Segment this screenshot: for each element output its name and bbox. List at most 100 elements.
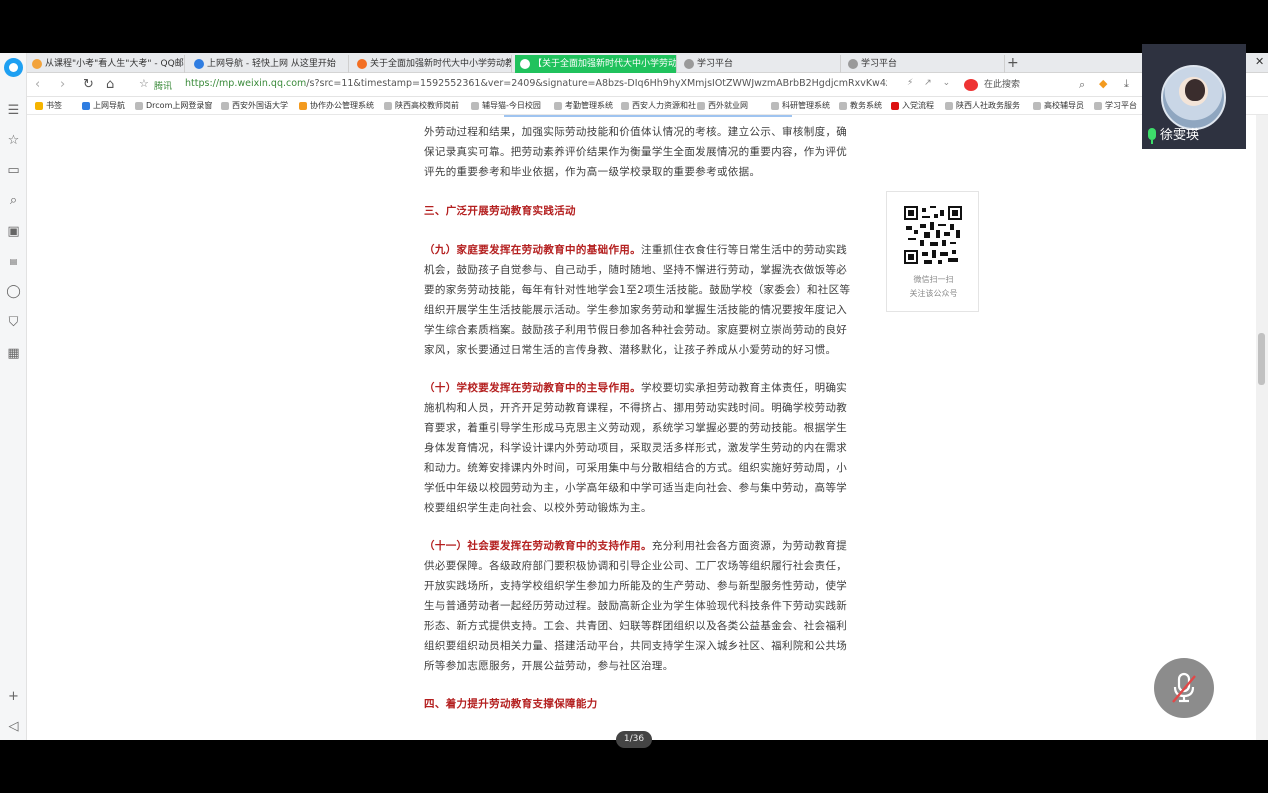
- bookmark-label: 西安外国语大学: [232, 101, 288, 110]
- globe-icon: [621, 102, 629, 110]
- live-icon[interactable]: ▤: [5, 253, 22, 270]
- qr-caption: 关注该公众号: [909, 289, 958, 298]
- paragraph-text: 学校要切实承担劳动教育主体责任，明确实: [641, 382, 848, 394]
- tab-study-1[interactable]: 学习平台: [679, 55, 841, 73]
- bookmark-label: 高校辅导员: [1044, 101, 1084, 110]
- screen: ☰ ☆ ▭ ⌕ ▣ ▤ ◯ ⛉ ▦ + ◁ 从课程"小考"看人生"大考" - Q…: [0, 0, 1268, 793]
- tab-study-2[interactable]: 学习平台: [843, 55, 1005, 73]
- star-icon: [35, 102, 43, 110]
- section-heading: 四、着力提升劳动教育支撑保障能力: [424, 698, 598, 710]
- paragraph-line: 育要求，着重引导学生形成马克思主义劳动观，系统学习掌握必要的劳动技能。根据学生: [424, 422, 848, 434]
- sogou-icon: [357, 59, 367, 69]
- book-icon[interactable]: ▭: [5, 162, 22, 179]
- paragraph-line: 施机构和人员，开齐开足劳动教育课程，不得挤占、挪用劳动实践时间。明确学校劳动教: [424, 402, 848, 414]
- tab-label: 上网导航 - 轻快上网 从这里开始: [207, 59, 336, 69]
- bookmark-item[interactable]: 入党流程: [891, 100, 934, 112]
- scroll-thumb[interactable]: [1258, 333, 1265, 385]
- bookmark-item[interactable]: 陕西高校教师岗前: [384, 100, 459, 112]
- bookmark-item[interactable]: 学习平台: [1094, 100, 1137, 112]
- news-icon[interactable]: ☰: [5, 102, 22, 119]
- paragraph-title: （十一）社会要发挥在劳动教育中的支持作用。: [424, 540, 652, 552]
- qr-caption: 微信扫一扫: [913, 275, 954, 284]
- vertical-scrollbar[interactable]: [1256, 115, 1268, 740]
- bookmark-item[interactable]: Drcom上网登录窗: [135, 100, 212, 112]
- bookmark-item[interactable]: 高校辅导员: [1033, 100, 1084, 112]
- paragraph-line: 学生综合素质档案。鼓励孩子利用节假日参加各种社会劳动。家庭要树立崇尚劳动的良好: [424, 324, 848, 336]
- translate-icon[interactable]: ▦: [5, 345, 22, 362]
- qr-card: 微信扫一扫 关注该公众号: [886, 191, 979, 312]
- chat-icon[interactable]: ◯: [5, 283, 22, 300]
- bookmark-item[interactable]: 协作办公管理系统: [299, 100, 374, 112]
- tab-strip: 从课程"小考"看人生"大考" - QQ邮箱 上网导航 - 轻快上网 从这里开始 …: [27, 53, 1268, 73]
- url-host: https://mp.weixin.qq.com: [185, 78, 307, 89]
- forward-icon[interactable]: ›: [60, 76, 65, 94]
- paragraph-line: 外劳动过程和结果，加强实际劳动技能和价值体认情况的考核。建立公示、审核制度，确: [424, 126, 848, 138]
- search-icon[interactable]: ⌕: [1079, 78, 1085, 92]
- paragraph-line: 校要组织学生走向社会、以校外劳动锻炼为主。: [424, 502, 652, 514]
- site-badge: 腾讯: [154, 82, 173, 92]
- game-icon[interactable]: ◆: [1099, 77, 1107, 90]
- bookmark-item[interactable]: 辅导猫-今日校园: [471, 100, 541, 112]
- paragraph-line: 和动力。统筹安排课内外时间，可采用集中与分散相结合的方式。组织实施好劳动周，小: [424, 462, 848, 474]
- download-icon[interactable]: ⤓: [1124, 77, 1129, 91]
- bookmark-item[interactable]: 西安人力资源和社: [621, 100, 696, 112]
- url-input[interactable]: https://mp.weixin.qq.com/s?src=11&timest…: [185, 78, 887, 92]
- avatar: [1161, 65, 1226, 130]
- microphone-on-icon: [1148, 128, 1156, 144]
- wechat-icon: [520, 59, 530, 69]
- bookmark-item[interactable]: 教务系统: [839, 100, 882, 112]
- participant-video-tile[interactable]: 徐雯瑛: [1142, 44, 1246, 149]
- home-icon[interactable]: ⌂: [106, 76, 114, 94]
- paragraph-line: 评先的重要参考和毕业依据，作为高一级学校录取的重要参考或依据。: [424, 166, 761, 178]
- mute-toggle-button[interactable]: [1154, 658, 1214, 718]
- bookmark-label: 教务系统: [850, 101, 882, 110]
- bookmark-star-icon[interactable]: ☆: [139, 77, 149, 90]
- bookmark-label: 协作办公管理系统: [310, 101, 374, 110]
- paragraph-line: 组织开展学生生活技能展示活动。学生参加家务劳动和掌握生活技能的情况要按年度记入: [424, 304, 848, 316]
- bookmark-item[interactable]: 陕西人社政务服务: [945, 100, 1020, 112]
- globe-icon: [194, 59, 204, 69]
- back-icon[interactable]: ‹: [35, 76, 40, 94]
- tab-label: 关于全面加强新时代大中小学劳动教育: [370, 59, 512, 69]
- tab-sogou-article[interactable]: 关于全面加强新时代大中小学劳动教育: [352, 55, 512, 73]
- bookmark-label: 陕西人社政务服务: [956, 101, 1020, 110]
- bookmark-item[interactable]: 考勤管理系统: [554, 100, 613, 112]
- globe-icon: [945, 102, 953, 110]
- search-icon[interactable]: ⌕: [5, 192, 22, 209]
- bookmark-item[interactable]: 西外就业网: [697, 100, 748, 112]
- tab-label: 学习平台: [861, 59, 898, 69]
- refresh-icon[interactable]: ↻: [83, 76, 94, 94]
- bookmark-item[interactable]: 科研管理系统: [771, 100, 830, 112]
- sidebar-rail: ☰ ☆ ▭ ⌕ ▣ ▤ ◯ ⛉ ▦ + ◁: [0, 53, 27, 740]
- video-icon[interactable]: ▣: [5, 223, 22, 240]
- bookmarks-folder[interactable]: 书签: [35, 100, 62, 112]
- bookmark-item[interactable]: 上网导航: [82, 100, 125, 112]
- browser-logo-icon[interactable]: [4, 58, 23, 77]
- tab-label: 从课程"小考"看人生"大考" - QQ邮箱: [45, 59, 185, 69]
- ie-icon: [82, 102, 90, 110]
- paragraph-line: 保记录真实可靠。把劳动素养评价结果作为衡量学生全面发展情况的重要内容，作为评优: [424, 146, 848, 158]
- tab-label: 学习平台: [697, 59, 734, 69]
- tab-qqmail[interactable]: 从课程"小考"看人生"大考" - QQ邮箱: [27, 55, 185, 73]
- collapse-icon[interactable]: ◁: [5, 718, 22, 735]
- add-icon[interactable]: +: [5, 688, 22, 705]
- address-bar: ‹ › ↻ ⌂ ☆ 腾讯 https://mp.weixin.qq.com/s?…: [27, 73, 1268, 97]
- address-tools-icons[interactable]: ⚡ ↗ ⌄: [907, 78, 954, 88]
- search-input[interactable]: 在此搜索: [962, 76, 1097, 94]
- paragraph-line: 形态、新方式提供支持。工会、共青团、妇联等群团组织以及各类公益基金会、社会福利: [424, 620, 848, 632]
- favorite-star-icon[interactable]: ☆: [5, 132, 22, 149]
- tab-wechat-article[interactable]: 【关于全面加强新时代大中小学劳动: [515, 55, 677, 73]
- cart-icon[interactable]: ⛉: [5, 314, 22, 331]
- paragraph-line: 开放实践场所，支持学校组织学生参加力所能及的生产劳动、参与新型服务性劳动，使学: [424, 580, 848, 592]
- globe-icon: [684, 59, 694, 69]
- bookmarks-bar: 书签 上网导航 Drcom上网登录窗 西安外国语大学 协作办公管理系统 陕西高校…: [27, 97, 1268, 115]
- tab-navigation[interactable]: 上网导航 - 轻快上网 从这里开始: [189, 55, 349, 73]
- bookmark-item[interactable]: 西安外国语大学: [221, 100, 288, 112]
- page-icon: [135, 102, 143, 110]
- new-tab-button[interactable]: +: [1007, 53, 1019, 73]
- qr-code-icon: [904, 206, 962, 264]
- paragraph-line: 机会，鼓励孩子自觉参与、自己动手，随时随地、坚持不懈进行劳动，掌握洗衣做饭等必: [424, 264, 848, 276]
- globe-icon: [848, 59, 858, 69]
- close-window-icon[interactable]: ✕: [1255, 55, 1264, 68]
- url-path: /s?src=11&timestamp=1592552361&ver=2409&…: [306, 78, 887, 89]
